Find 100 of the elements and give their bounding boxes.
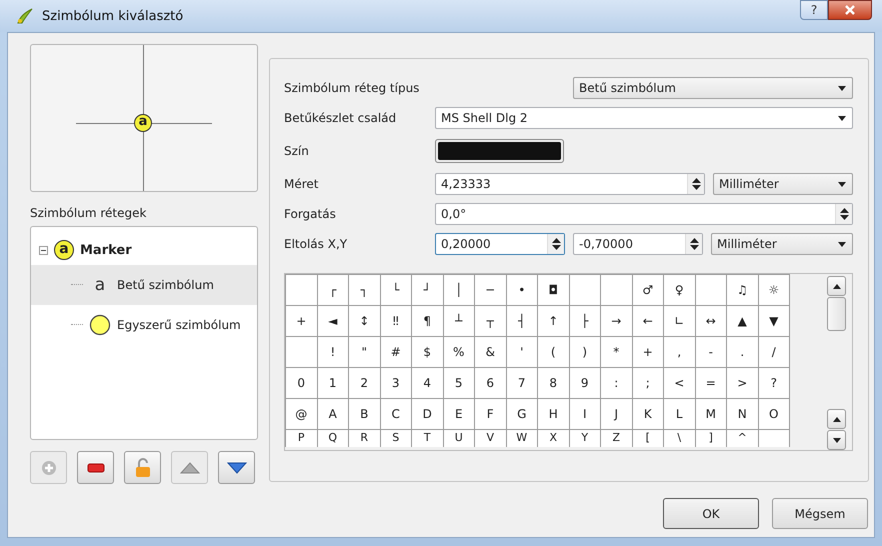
character-cell[interactable]: $ <box>412 337 444 368</box>
character-cell[interactable]: 6 <box>475 368 506 399</box>
character-cell[interactable]: ┬ <box>475 306 506 337</box>
tree-item[interactable]: a Marker <box>31 235 257 265</box>
character-cell[interactable]: + <box>286 306 318 337</box>
down-layer-button[interactable] <box>218 451 255 484</box>
character-cell[interactable]: P <box>286 430 318 447</box>
character-cell[interactable]: 7 <box>506 368 538 399</box>
character-cell[interactable]: ─ <box>475 275 506 306</box>
character-cell[interactable]: ☼ <box>758 275 790 306</box>
cancel-button[interactable]: Mégsem <box>772 498 868 529</box>
character-cell[interactable]: ^ <box>727 430 758 447</box>
character-cell[interactable]: 0 <box>286 368 318 399</box>
character-cell[interactable]: S <box>380 430 412 447</box>
character-cell[interactable]: 4 <box>412 368 444 399</box>
character-cell[interactable]: 5 <box>444 368 475 399</box>
character-cell[interactable]: , <box>664 337 696 368</box>
remove-layer-button[interactable] <box>77 451 114 484</box>
character-cell[interactable]: = <box>696 368 727 399</box>
character-cell[interactable]: 9 <box>570 368 601 399</box>
character-cell[interactable]: + <box>632 337 664 368</box>
character-cell[interactable]: │ <box>444 275 475 306</box>
character-cell[interactable]: N <box>727 399 758 430</box>
character-cell[interactable]: \ <box>664 430 696 447</box>
character-cell[interactable]: E <box>444 399 475 430</box>
character-cell[interactable]: 1 <box>318 368 349 399</box>
character-cell[interactable]: I <box>570 399 601 430</box>
offset-x-field[interactable]: 0,20000 <box>435 233 565 255</box>
character-cell[interactable]: W <box>506 430 538 447</box>
character-cell[interactable]: ↔ <box>696 306 727 337</box>
character-cell[interactable]: ◄ <box>318 306 349 337</box>
character-cell[interactable]: ) <box>570 337 601 368</box>
empty-cell[interactable] <box>696 275 727 306</box>
character-cell[interactable]: ▲ <box>727 306 758 337</box>
character-cell[interactable]: G <box>506 399 538 430</box>
character-cell[interactable]: # <box>380 337 412 368</box>
character-cell[interactable]: F <box>475 399 506 430</box>
character-cell[interactable]: ♀ <box>664 275 696 306</box>
character-cell[interactable]: ‼ <box>380 306 412 337</box>
character-cell[interactable]: ◘ <box>538 275 570 306</box>
character-cell[interactable]: ' <box>506 337 538 368</box>
character-cell[interactable]: X <box>538 430 570 447</box>
character-cell[interactable]: . <box>727 337 758 368</box>
character-cell[interactable]: ┤ <box>506 306 538 337</box>
character-cell[interactable]: ↕ <box>349 306 380 337</box>
character-cell[interactable]: ( <box>538 337 570 368</box>
empty-cell[interactable] <box>570 275 601 306</box>
character-cell[interactable]: ↑ <box>538 306 570 337</box>
character-cell[interactable]: ∟ <box>664 306 696 337</box>
collapse-icon[interactable] <box>39 246 48 254</box>
character-cell[interactable]: - <box>696 337 727 368</box>
empty-cell[interactable] <box>286 275 318 306</box>
tree-item[interactable]: a Betű szimbólum <box>31 265 257 305</box>
character-cell[interactable]: [ <box>632 430 664 447</box>
character-cell[interactable]: ! <box>318 337 349 368</box>
character-cell[interactable]: 2 <box>349 368 380 399</box>
character-cell[interactable]: Z <box>601 430 632 447</box>
character-cell[interactable]: > <box>727 368 758 399</box>
vertical-scrollbar[interactable] <box>827 274 846 450</box>
ok-button[interactable]: OK <box>663 498 759 529</box>
scrollbar-thumb[interactable] <box>827 297 846 331</box>
character-cell[interactable]: • <box>506 275 538 306</box>
character-cell[interactable]: ┴ <box>444 306 475 337</box>
character-cell[interactable]: : <box>601 368 632 399</box>
character-cell[interactable]: Y <box>570 430 601 447</box>
character-cell[interactable]: V <box>475 430 506 447</box>
character-cell[interactable]: U <box>444 430 475 447</box>
character-cell[interactable]: O <box>758 399 790 430</box>
character-cell[interactable]: ] <box>696 430 727 447</box>
character-cell[interactable]: J <box>601 399 632 430</box>
character-cell[interactable]: * <box>601 337 632 368</box>
character-cell[interactable]: / <box>758 337 790 368</box>
character-cell[interactable]: 8 <box>538 368 570 399</box>
offset-y-field[interactable]: -0,70000 <box>573 233 703 255</box>
lock-layer-button[interactable] <box>124 451 161 484</box>
character-cell[interactable]: ┘ <box>412 275 444 306</box>
character-cell[interactable]: Q <box>318 430 349 447</box>
character-cell[interactable]: % <box>444 337 475 368</box>
character-cell[interactable]: @ <box>286 399 318 430</box>
character-cell[interactable]: ♂ <box>632 275 664 306</box>
character-cell[interactable]: H <box>538 399 570 430</box>
unit-dropdown[interactable]: Milliméter <box>711 233 853 255</box>
unit-dropdown[interactable]: Milliméter <box>713 173 853 195</box>
close-button[interactable] <box>828 0 872 20</box>
type-dropdown[interactable]: Betű szimbólum <box>573 77 853 99</box>
font-dropdown[interactable]: MS Shell Dlg 2 <box>435 107 853 129</box>
character-cell[interactable]: T <box>412 430 444 447</box>
character-cell[interactable]: → <box>601 306 632 337</box>
character-cell[interactable]: ┐ <box>349 275 380 306</box>
character-cell[interactable]: ┌ <box>318 275 349 306</box>
character-cell[interactable]: B <box>349 399 380 430</box>
character-cell[interactable]: A <box>318 399 349 430</box>
tree-item[interactable]: Egyszerű szimbólum <box>31 305 257 345</box>
character-cell[interactable]: ├ <box>570 306 601 337</box>
empty-cell[interactable] <box>601 275 632 306</box>
character-cell[interactable]: K <box>632 399 664 430</box>
character-cell[interactable]: < <box>664 368 696 399</box>
character-cell[interactable]: D <box>412 399 444 430</box>
character-cell[interactable]: ▼ <box>758 306 790 337</box>
character-cell[interactable]: └ <box>380 275 412 306</box>
